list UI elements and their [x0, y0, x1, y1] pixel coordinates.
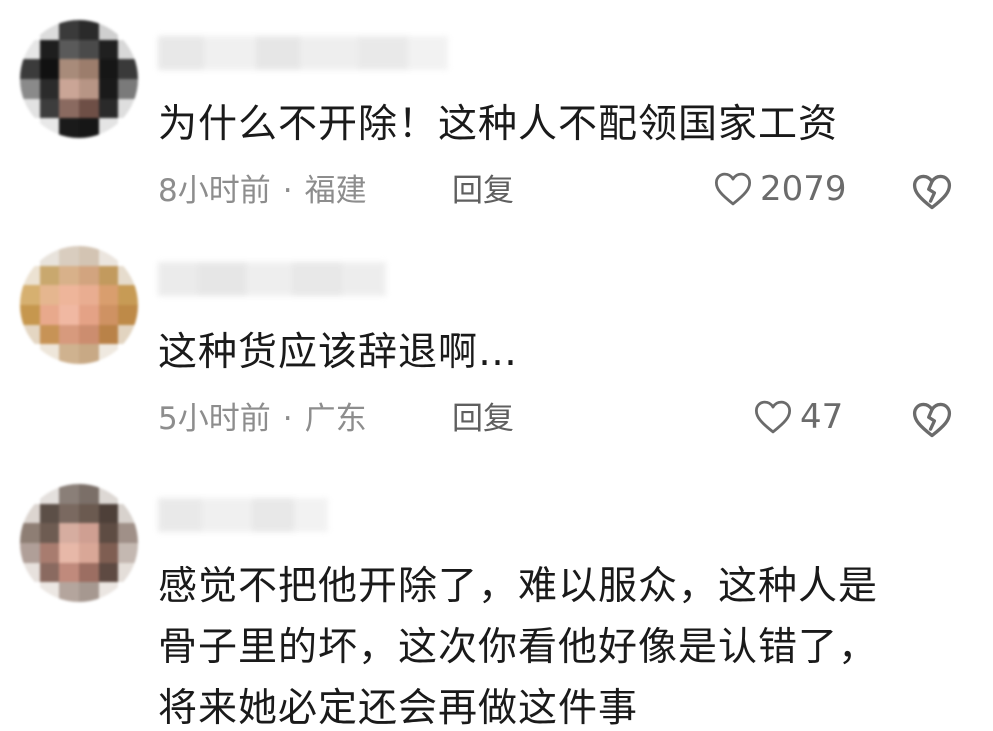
broken-heart-icon — [912, 402, 952, 438]
comment-list: 为什么不开除！这种人不配领国家工资 8小时前 · 福建 回复 2079 这种货应… — [0, 0, 993, 731]
comment-location: 广东 — [304, 401, 367, 437]
dislike-button[interactable] — [910, 398, 954, 442]
like-button[interactable]: 47 — [752, 396, 843, 438]
username-blurred[interactable] — [158, 498, 328, 532]
comment-time: 8小时前 — [158, 173, 271, 209]
comment-time: 5小时前 — [158, 401, 271, 437]
username-blurred[interactable] — [158, 36, 448, 70]
meta-separator: · — [282, 173, 293, 209]
like-count: 47 — [800, 397, 844, 437]
like-button[interactable]: 2079 — [712, 168, 847, 210]
comment-meta: 8小时前 · 福建 — [158, 166, 367, 216]
meta-separator: · — [282, 401, 293, 437]
comment-text: 这种货应该辞退啊… — [158, 330, 519, 375]
broken-heart-icon — [912, 174, 952, 210]
username-blurred[interactable] — [158, 262, 386, 296]
avatar[interactable] — [20, 484, 138, 602]
comment-text: 为什么不开除！这种人不配领国家工资 — [158, 102, 839, 147]
avatar[interactable] — [20, 246, 138, 364]
like-count: 2079 — [760, 169, 847, 209]
reply-button[interactable]: 回复 — [452, 394, 514, 444]
avatar[interactable] — [20, 20, 138, 138]
comment-meta: 5小时前 · 广东 — [158, 394, 367, 444]
heart-outline-icon — [754, 400, 792, 434]
heart-outline-icon — [714, 172, 752, 206]
dislike-button[interactable] — [910, 170, 954, 214]
comment-location: 福建 — [304, 173, 367, 209]
comment-text: 感觉不把他开除了，难以服众，这种人是 骨子里的坏，这次你看他好像是认错了， 将来… — [158, 564, 879, 731]
reply-button[interactable]: 回复 — [452, 166, 514, 216]
